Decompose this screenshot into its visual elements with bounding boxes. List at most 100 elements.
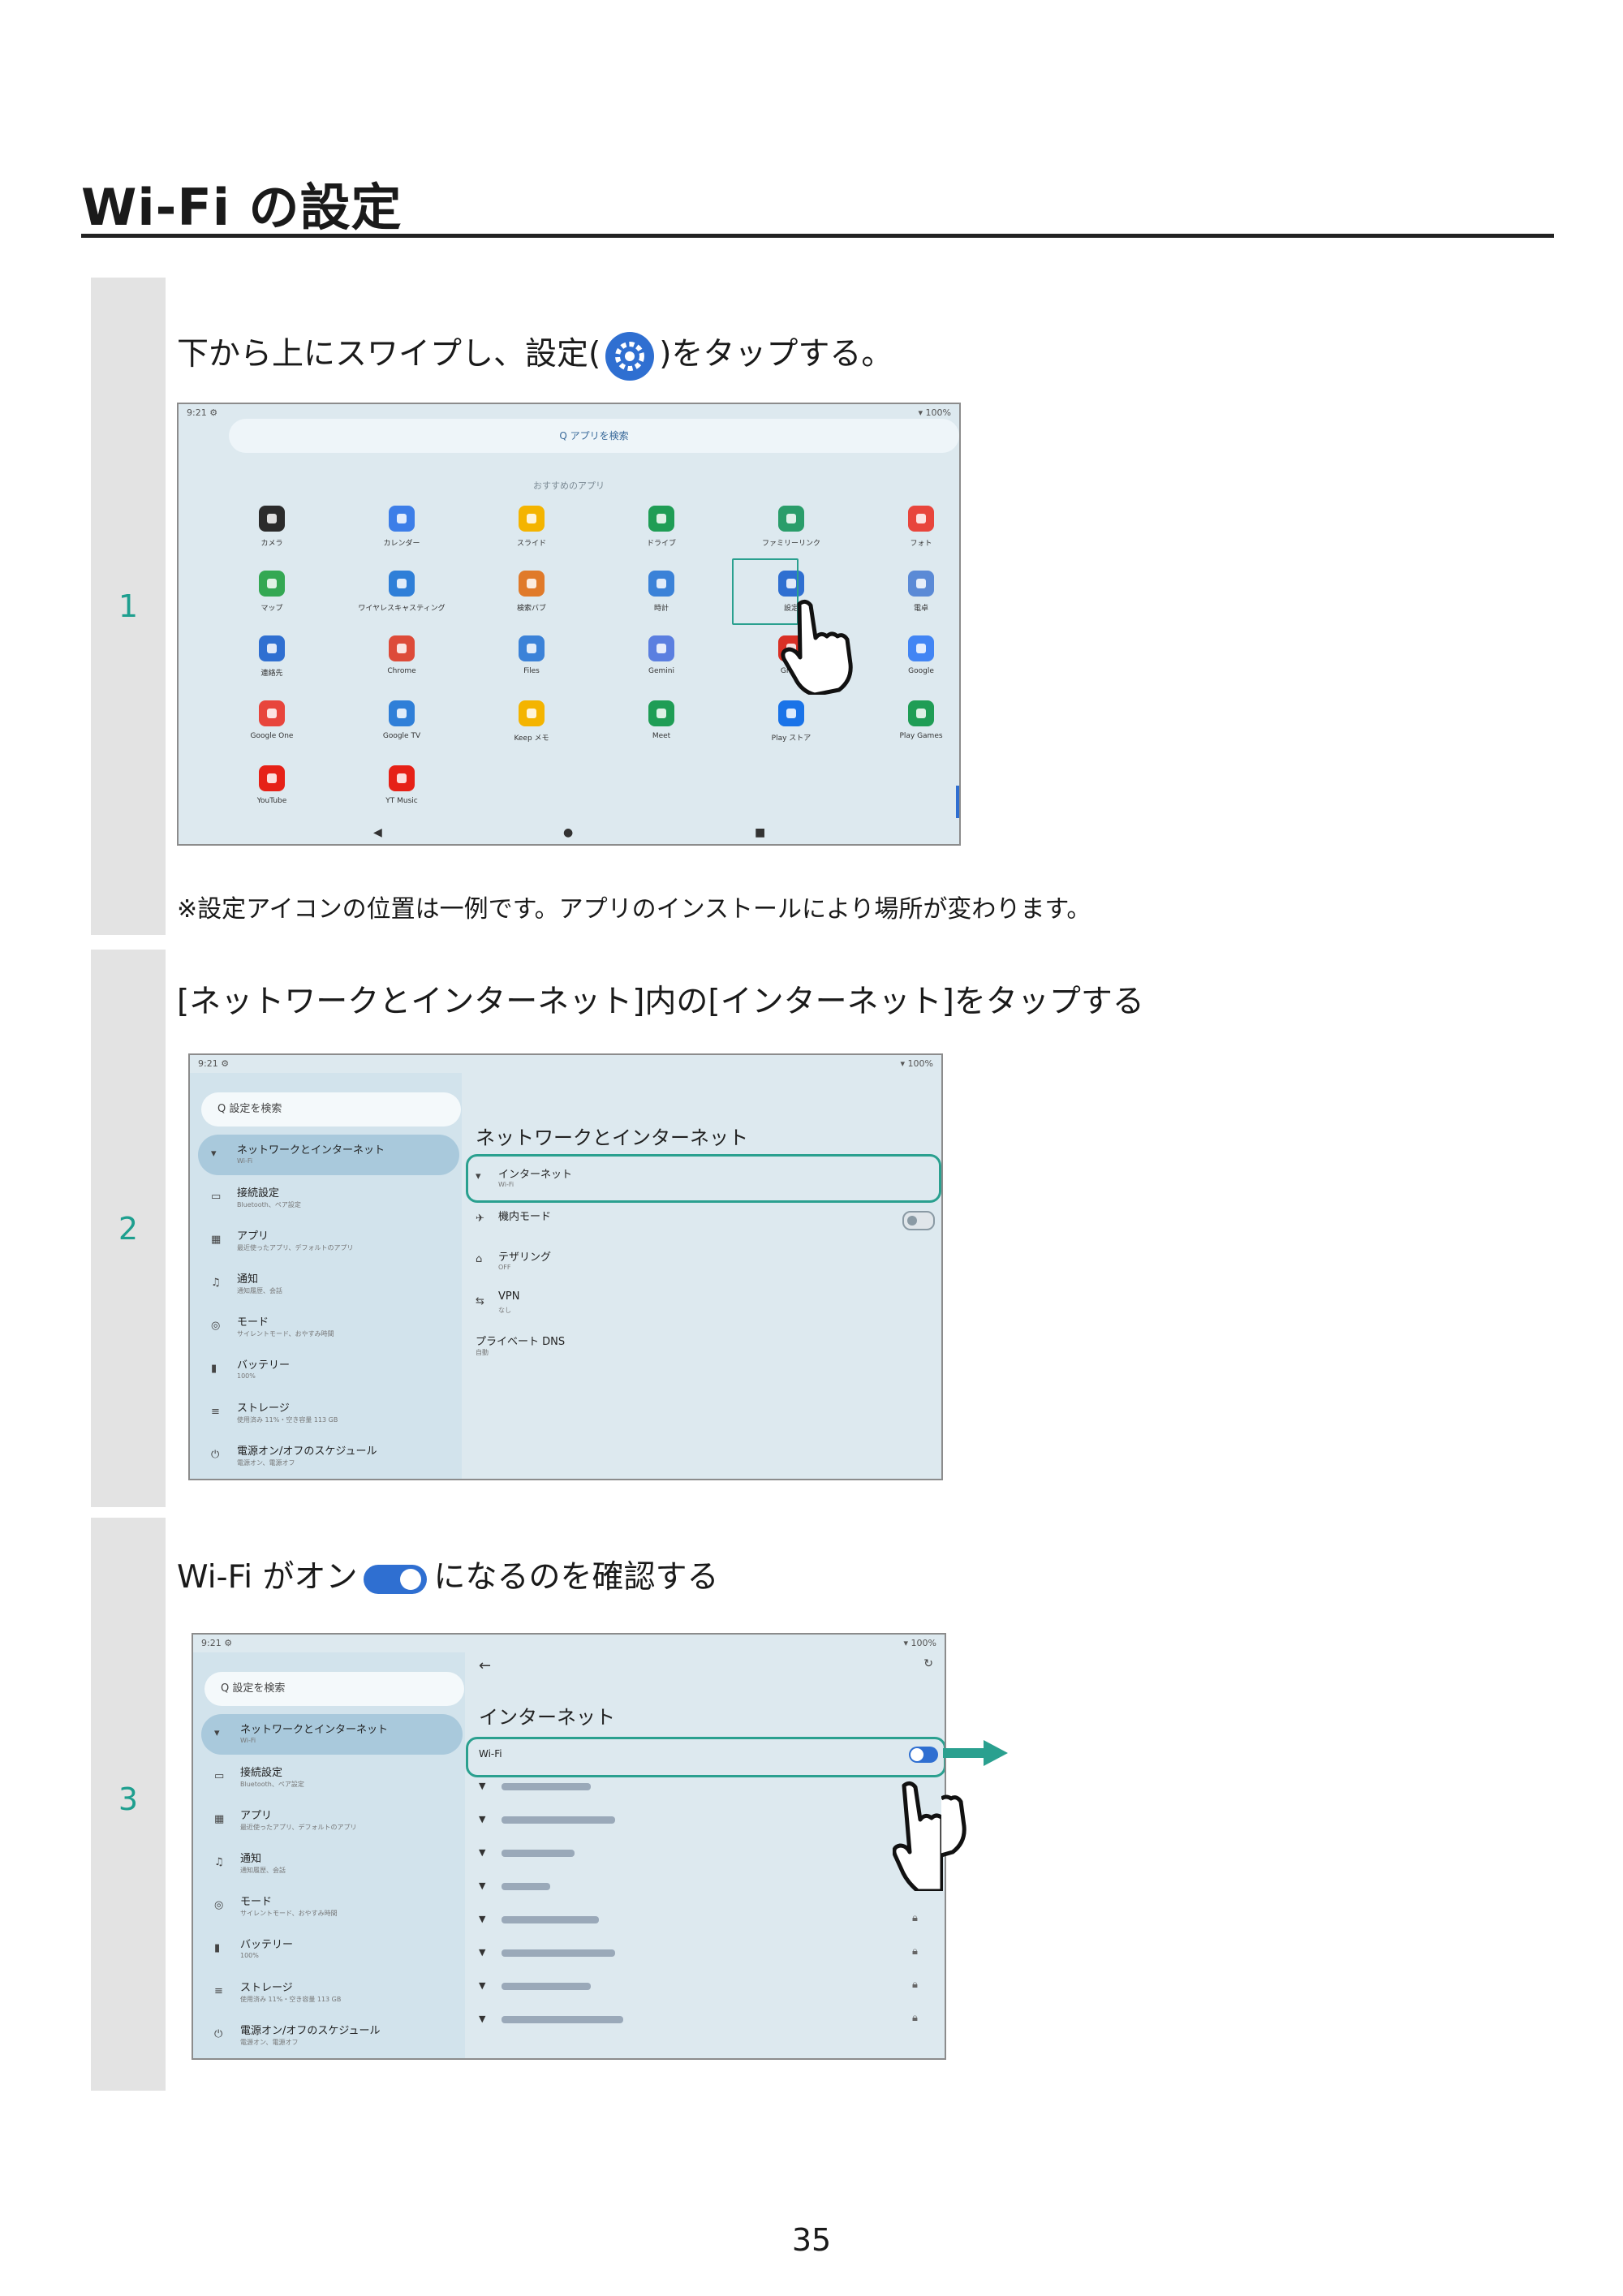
app-calculator[interactable]: 電卓 (868, 571, 959, 613)
bell-icon: ♫ (214, 1856, 224, 1868)
app-play-games[interactable]: Play Games (868, 700, 959, 740)
sidebar-item-title: アプリ (240, 1810, 273, 1822)
wifi-row-highlight (466, 1737, 945, 1777)
wifi-network-name-redacted[interactable] (502, 1850, 575, 1857)
back-arrow-icon[interactable]: ← (479, 1657, 491, 1674)
nav-home-icon[interactable]: ● (563, 826, 573, 839)
sidebar-item-subtitle: Wi-Fi (237, 1157, 253, 1165)
settings-search-input[interactable]: Q 設定を検索 (201, 1092, 461, 1126)
wifi-network-name-redacted[interactable] (502, 1883, 550, 1890)
wifi-network-name-redacted[interactable] (502, 1816, 615, 1824)
panel-title: インターネット (479, 1706, 615, 1729)
app-play-store[interactable]: Play ストア (738, 700, 844, 743)
app-label: マップ (260, 605, 283, 613)
network-settings-screenshot: 9:21 ⚙ ▾ 100% Q 設定を検索 ▾ ネットワークとインターネット Wi-… (188, 1053, 943, 1480)
app-cast[interactable]: ワイヤレスキャスティング (349, 571, 454, 613)
app-clock[interactable]: 時計 (609, 571, 714, 613)
step-3-instruction-after: になるのを確認する (433, 1559, 719, 1596)
sidebar-item-devices[interactable]: ▭ 接続設定 Bluetooth、ペア設定 (201, 1757, 463, 1798)
sidebar-item-subtitle: サイレントモード、おやすみ時間 (237, 1330, 334, 1338)
sidebar-item-bell[interactable]: ♫ 通知 通知履歴、会話 (201, 1843, 463, 1884)
app-maps[interactable]: マップ (219, 571, 325, 613)
sidebar-item-devices[interactable]: ▭ 接続設定 Bluetooth、ペア設定 (198, 1178, 459, 1218)
settings-search-input[interactable]: Q 設定を検索 (204, 1672, 464, 1706)
sidebar-item-subtitle: Bluetooth、ペア設定 (237, 1201, 301, 1208)
app-keep[interactable]: Keep メモ (479, 700, 584, 743)
sidebar-item-bell[interactable]: ♫ 通知 通知履歴、会話 (198, 1264, 459, 1304)
app-files[interactable]: Files (479, 635, 584, 675)
app-label: スライド (516, 540, 546, 548)
wifi-signal-icon: ▼ (479, 1980, 486, 1991)
nav-back-icon[interactable]: ◀ (373, 826, 382, 839)
app-gemini[interactable]: Gemini (609, 635, 714, 675)
app-label: Play ストア (771, 734, 812, 743)
app-meet[interactable]: Meet (609, 700, 714, 740)
app-label: 検索バブ (516, 605, 546, 613)
sidebar-item-wifi[interactable]: ▾ ネットワークとインターネット Wi-Fi (201, 1714, 463, 1755)
app-calendar[interactable]: カレンダー (349, 506, 454, 548)
app-google-one[interactable]: Google One (219, 700, 325, 740)
network-row-subtitle: OFF (498, 1264, 511, 1271)
network-row-title: テザリング (498, 1251, 552, 1264)
network-row-vpn[interactable]: ⇆ VPN なし (466, 1284, 920, 1323)
sidebar-item-battery[interactable]: ▮ バッテリー 100% (198, 1350, 459, 1390)
sidebar-item-storage[interactable]: ≡ ストレージ 使用済み 11%・空き容量 113 GB (198, 1393, 459, 1433)
wifi-network-name-redacted[interactable] (502, 1916, 599, 1923)
sidebar-item-wifi[interactable]: ▾ ネットワークとインターネット Wi-Fi (198, 1135, 459, 1175)
panel-title: ネットワークとインターネット (476, 1126, 748, 1149)
refresh-icon[interactable]: ↻ (923, 1657, 933, 1670)
app-label: 連絡先 (260, 670, 283, 678)
drive-icon (648, 506, 674, 532)
app-bubble[interactable]: 検索バブ (479, 571, 584, 613)
app-yt-music[interactable]: YT Music (349, 765, 454, 805)
wifi-network-name-redacted[interactable] (502, 2016, 623, 2023)
storage-icon: ≡ (211, 1406, 220, 1418)
sidebar-item-mode[interactable]: ◎ モード サイレントモード、おやすみ時間 (201, 1886, 463, 1927)
app-chrome[interactable]: Chrome (349, 635, 454, 675)
status-indicators: ▾ 100% (918, 407, 951, 418)
nav-recents-icon[interactable]: ■ (755, 826, 765, 839)
sidebar-item-subtitle: 使用済み 11%・空き容量 113 GB (237, 1416, 338, 1424)
sidebar-item-power[interactable]: ⏻ 電源オン/オフのスケジュール 電源オン、電源オフ (201, 2015, 463, 2056)
sidebar-item-apps[interactable]: ▦ アプリ 最近使ったアプリ、デフォルトのアプリ (201, 1800, 463, 1841)
sidebar-item-battery[interactable]: ▮ バッテリー 100% (201, 1929, 463, 1970)
youtube-icon (259, 765, 285, 791)
app-google-tv[interactable]: Google TV (349, 700, 454, 740)
app-photos[interactable]: フォト (868, 506, 959, 548)
app-youtube[interactable]: YouTube (219, 765, 325, 805)
network-row-airplane[interactable]: ✈ 機内モード (466, 1201, 920, 1240)
devices-icon: ▭ (214, 1770, 225, 1782)
network-row-title: 機内モード (498, 1211, 552, 1223)
wifi-network-name-redacted[interactable] (502, 1983, 591, 1990)
app-label: Play Games (899, 732, 943, 740)
app-contacts[interactable]: 連絡先 (219, 635, 325, 678)
app-drive[interactable]: ドライブ (609, 506, 714, 548)
devices-icon: ▭ (211, 1191, 222, 1203)
app-slides[interactable]: スライド (479, 506, 584, 548)
sidebar-item-storage[interactable]: ≡ ストレージ 使用済み 11%・空き容量 113 GB (201, 1972, 463, 2013)
network-row-subtitle: 自動 (476, 1349, 489, 1356)
network-row-private-dns[interactable]: プライベート DNS 自動 (466, 1326, 920, 1365)
app-google[interactable]: Google (868, 635, 959, 675)
wifi-network-name-redacted[interactable] (502, 1949, 615, 1957)
app-family-link[interactable]: ファミリーリンク (738, 506, 844, 548)
wifi-network-name-redacted[interactable] (502, 1783, 591, 1790)
airplane-mode-toggle[interactable] (902, 1211, 935, 1230)
sidebar-item-title: ネットワークとインターネット (237, 1144, 385, 1157)
sidebar-item-title: 通知 (237, 1273, 259, 1286)
wifi-signal-icon: ▼ (479, 2014, 486, 2024)
wifi-toggle[interactable] (909, 1747, 938, 1763)
app-label: Chrome (387, 667, 416, 675)
vpn-icon: ⇆ (476, 1295, 484, 1307)
internet-row-highlight (466, 1154, 941, 1203)
wifi-icon: ▾ (211, 1148, 217, 1160)
status-indicators: ▾ 100% (900, 1058, 933, 1069)
sidebar-item-power[interactable]: ⏻ 電源オン/オフのスケジュール 電源オン、電源オフ (198, 1436, 459, 1476)
sidebar-item-apps[interactable]: ▦ アプリ 最近使ったアプリ、デフォルトのアプリ (198, 1221, 459, 1261)
app-search-input[interactable]: Q アプリを検索 (229, 419, 959, 453)
app-label: カレンダー (383, 540, 420, 548)
scrollbar[interactable] (956, 786, 959, 818)
network-row-hotspot[interactable]: ⌂ テザリング OFF (466, 1242, 920, 1281)
app-camera[interactable]: カメラ (219, 506, 325, 548)
sidebar-item-mode[interactable]: ◎ モード サイレントモード、おやすみ時間 (198, 1307, 459, 1347)
